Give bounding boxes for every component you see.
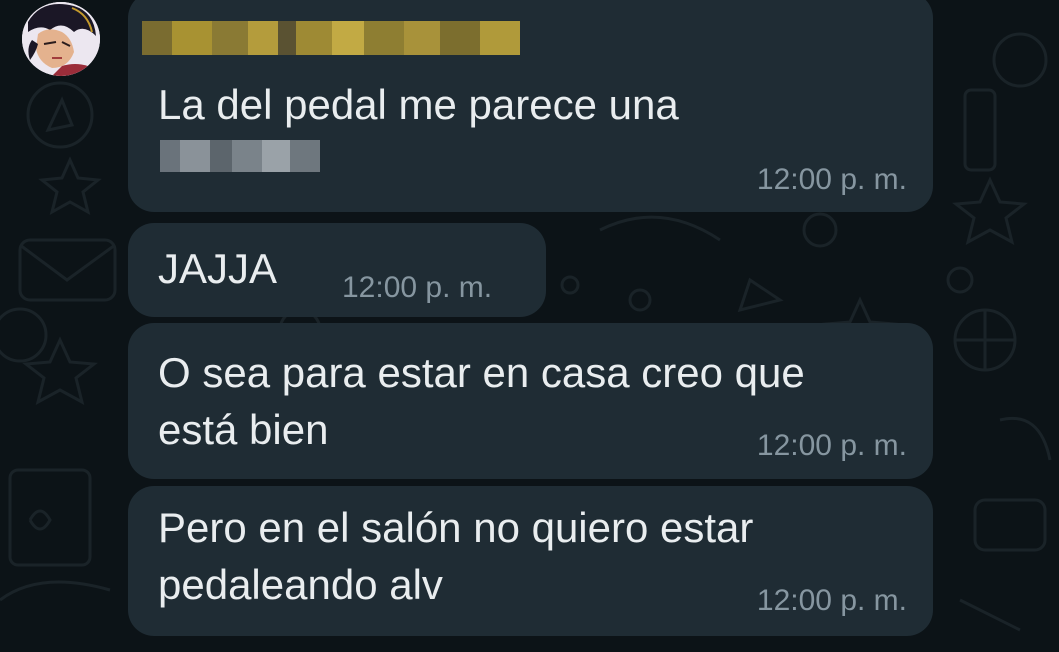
message-time: 12:00 p. m. — [756, 163, 907, 196]
message-text: O sea para estar en casa creo que — [158, 349, 805, 396]
contact-avatar[interactable] — [22, 2, 100, 76]
message-time: 12:00 p. m. — [756, 584, 907, 617]
contact-avatar-anime-icon — [22, 2, 100, 76]
redacted-word — [160, 140, 320, 172]
message-bubble[interactable]: JAJJA 12:00 p. m. — [128, 223, 546, 317]
message-text: Pero en el salón no quiero estar — [158, 504, 754, 551]
message-bubble[interactable]: La del pedal me parece una 12:00 p. m. — [128, 0, 933, 212]
sender-name-redacted — [142, 21, 520, 55]
message-text: está bien — [158, 406, 329, 453]
message-bubble[interactable]: O sea para estar en casa creo que está b… — [128, 323, 933, 479]
message-text: pedaleando alv — [158, 561, 443, 608]
message-time: 12:00 p. m. — [342, 271, 493, 304]
message-text: JAJJA — [158, 245, 278, 292]
chat-view: La del pedal me parece una 12:00 p. m. J… — [0, 0, 1059, 652]
message-text: La del pedal me parece una — [158, 81, 679, 128]
message-bubble[interactable]: Pero en el salón no quiero estar pedalea… — [128, 486, 933, 636]
message-time: 12:00 p. m. — [756, 429, 907, 462]
